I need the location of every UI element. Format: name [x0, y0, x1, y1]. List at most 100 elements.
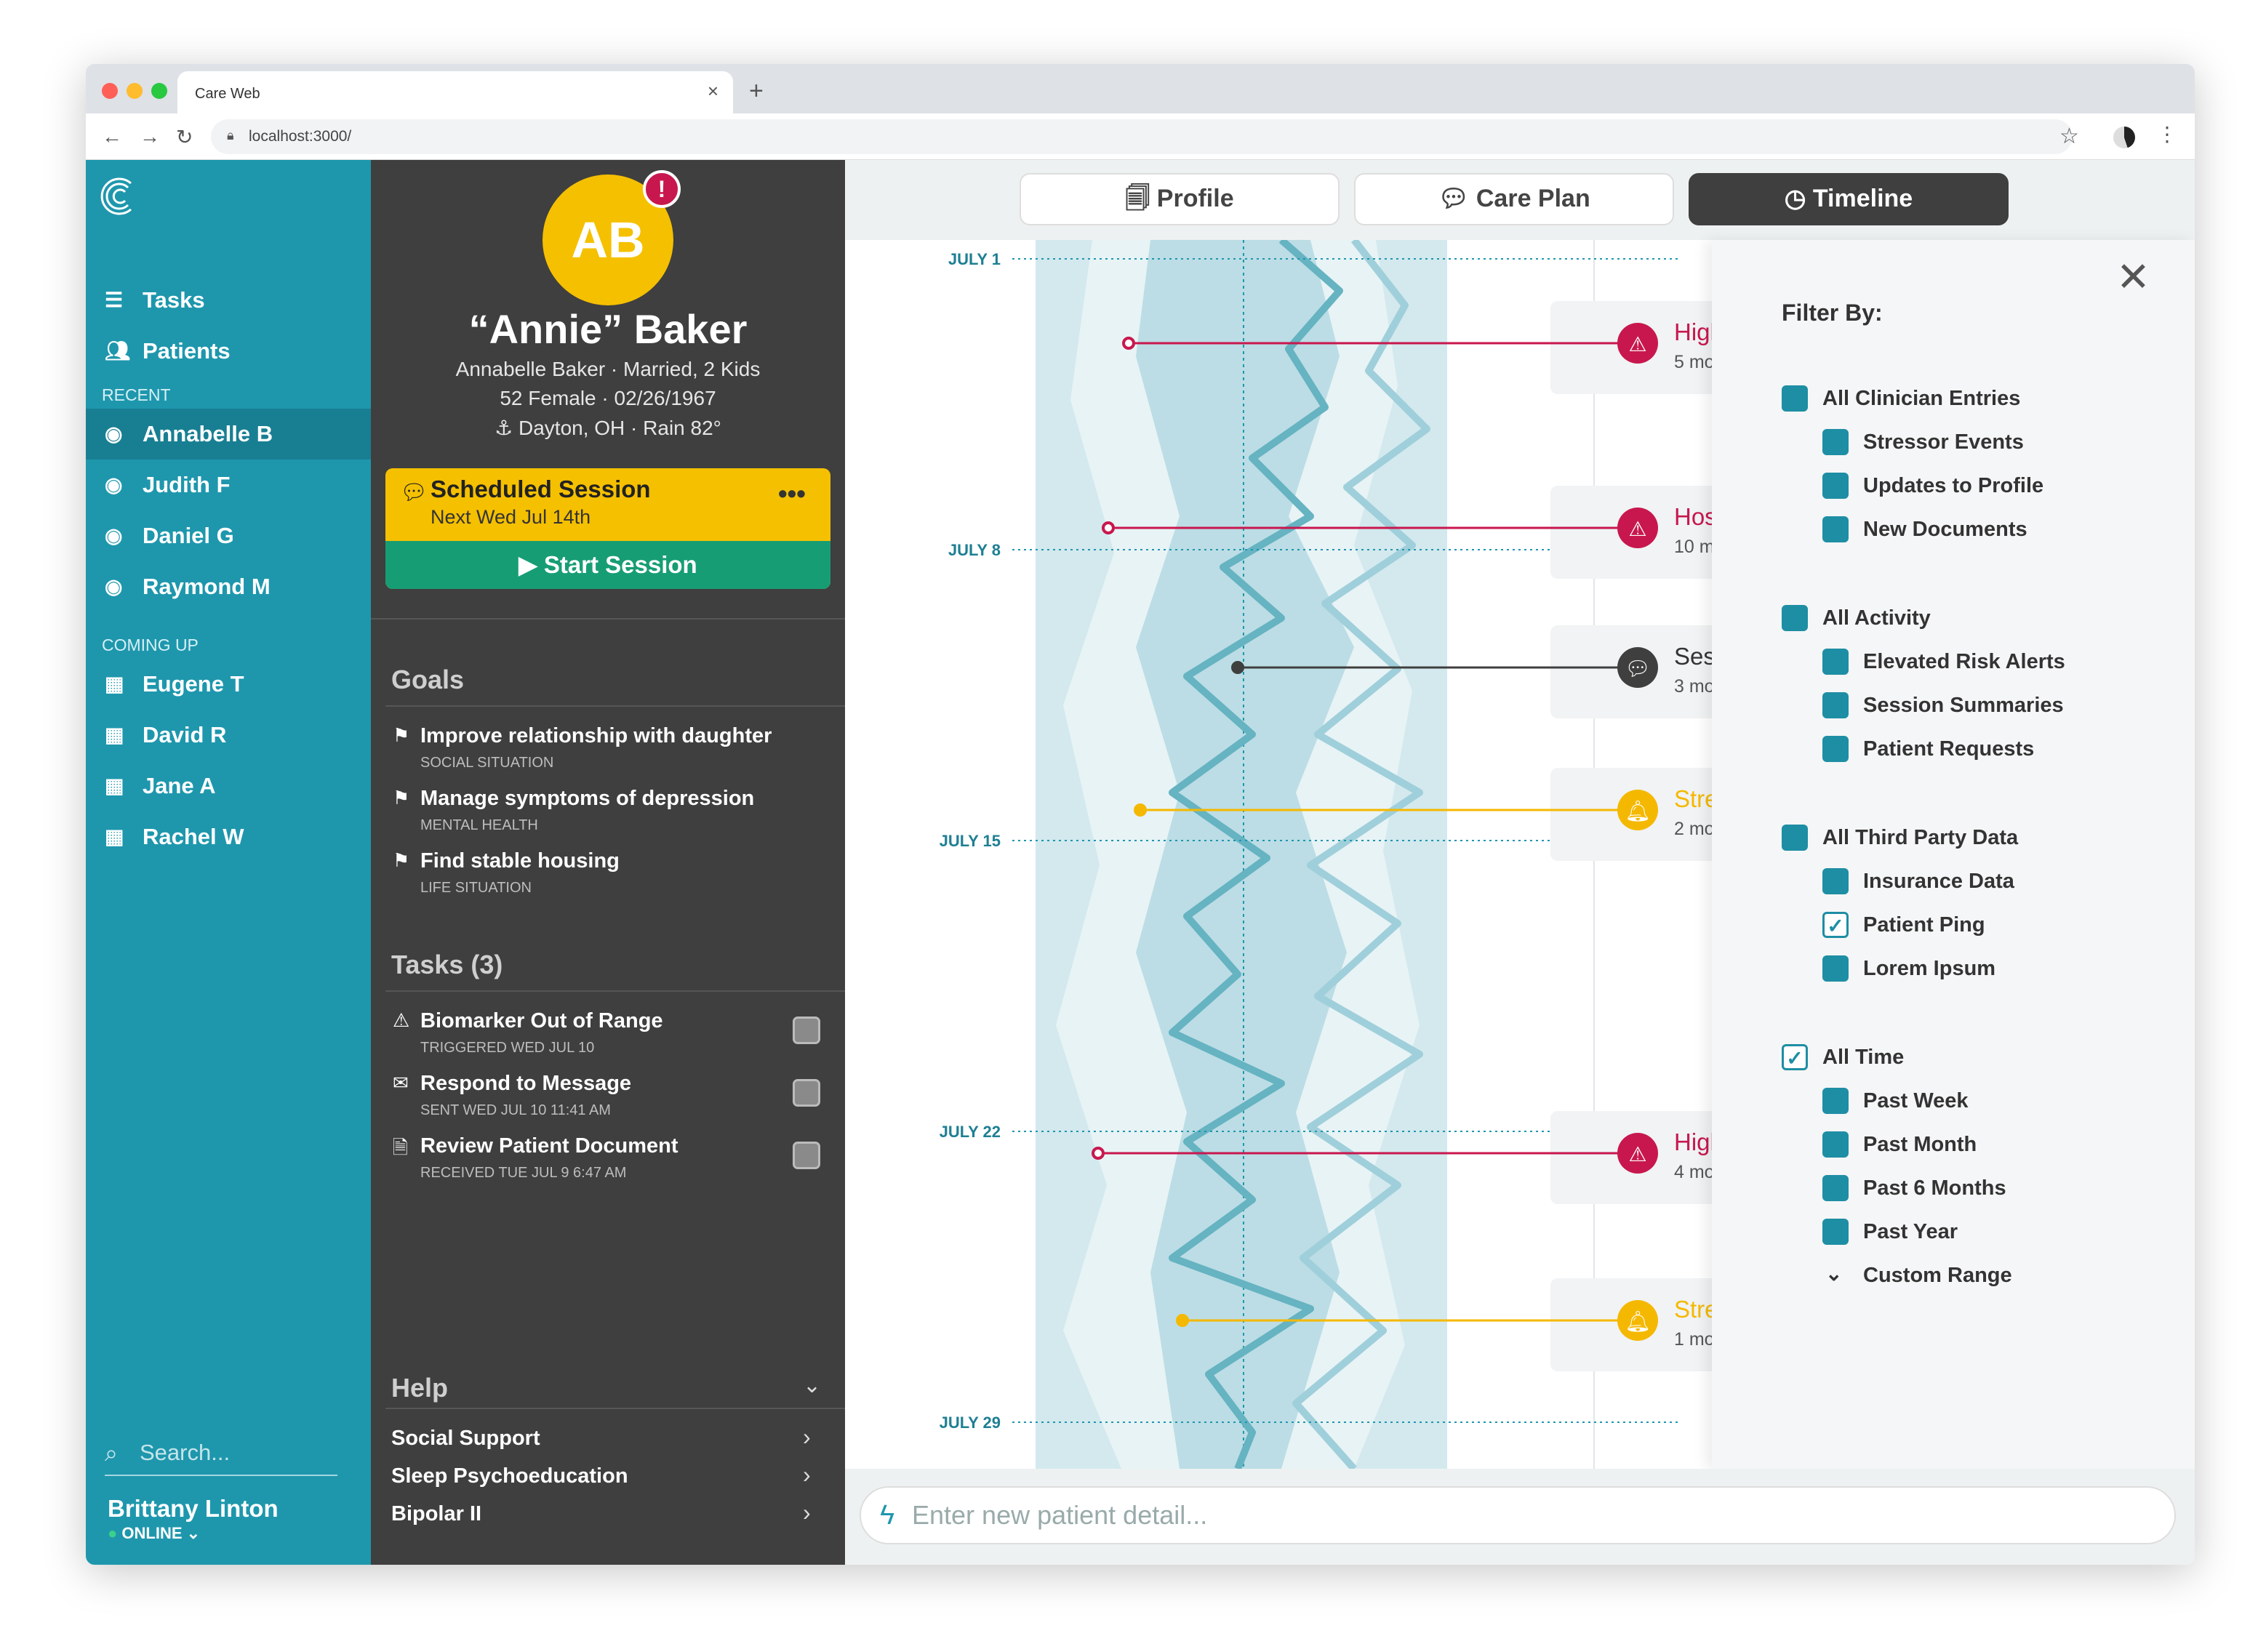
close-tab-icon[interactable]: × [708, 80, 718, 103]
filter-option[interactable]: Elevated Risk Alerts [1822, 649, 2065, 678]
filter-option[interactable]: Session Summaries [1822, 692, 2064, 721]
chevron-right-icon[interactable]: › [803, 1461, 811, 1488]
help-item[interactable]: Sleep Psychoeducation [391, 1464, 628, 1488]
filter-option[interactable]: New Documents [1822, 516, 2027, 545]
goal-title[interactable]: Improve relationship with daughter [420, 724, 772, 748]
checkbox[interactable] [1822, 868, 1849, 894]
back-icon[interactable]: ← [102, 125, 122, 148]
upcoming-patient-item[interactable]: ▦ Eugene T [86, 659, 371, 710]
alert-badge[interactable]: ! [643, 170, 681, 208]
checkbox[interactable] [1822, 692, 1849, 718]
maximize-window-button[interactable] [151, 83, 167, 99]
task-checkbox[interactable] [793, 1079, 820, 1107]
recent-patient-item[interactable]: ◉ Judith F [86, 460, 371, 510]
checkbox[interactable] [1782, 385, 1808, 412]
patient-family: Annabelle Baker · Married, 2 Kids [455, 358, 761, 380]
task-title[interactable]: Biomarker Out of Range [420, 1009, 663, 1033]
filter-group[interactable]: All Clinician Entries [1782, 385, 2020, 414]
upcoming-patient-item[interactable]: ▦ David R [86, 710, 371, 761]
checkbox[interactable] [1822, 1175, 1849, 1201]
checkbox[interactable] [1822, 736, 1849, 762]
chevron-right-icon[interactable]: › [803, 1424, 811, 1451]
forward-icon[interactable]: → [140, 125, 160, 148]
checkbox[interactable] [1822, 473, 1849, 499]
help-item[interactable]: Bipolar II [391, 1502, 481, 1526]
checkbox[interactable]: ✓ [1822, 912, 1849, 938]
filter-option[interactable]: Lorem Ipsum [1822, 955, 1995, 985]
filter-group[interactable]: ✓ All Time [1782, 1044, 1904, 1073]
bookmark-star-icon[interactable]: ☆ [2059, 124, 2079, 149]
patient-detail-placeholder: Enter new patient detail... [912, 1500, 1208, 1530]
filter-option[interactable]: Insurance Data [1822, 868, 2014, 897]
envelope-icon: ✉ [393, 1072, 409, 1094]
date-label: JULY 29 [940, 1414, 1001, 1432]
checkbox[interactable] [1822, 516, 1849, 542]
recent-patient-item[interactable]: ◉ Raymond M [86, 561, 371, 612]
checkbox[interactable] [1782, 825, 1808, 851]
close-icon[interactable]: ✕ [2116, 253, 2150, 301]
recent-patient-item[interactable]: ◉ Daniel G [86, 510, 371, 561]
chevron-right-icon[interactable]: › [803, 1499, 811, 1526]
checkbox[interactable]: ✓ [1782, 1044, 1808, 1070]
status-dropdown[interactable]: ● ONLINE ⌄ [108, 1524, 200, 1543]
task-checkbox[interactable] [793, 1017, 820, 1044]
task-subtitle: TRIGGERED WED JUL 10 [420, 1040, 595, 1056]
checkbox[interactable] [1822, 1088, 1849, 1114]
checkbox[interactable] [1822, 649, 1849, 675]
checkbox[interactable] [1822, 1219, 1849, 1245]
patient-detail-input[interactable]: ϟ Enter new patient detail... [860, 1486, 2176, 1544]
checkbox[interactable] [1782, 605, 1808, 631]
checkbox[interactable] [1822, 955, 1849, 982]
custom-range-toggle[interactable]: ⌄ Custom Range [1825, 1262, 2012, 1291]
upcoming-patient-item[interactable]: ▦ Jane A [86, 761, 371, 811]
person-circle-icon: ◉ [105, 473, 123, 496]
tab-care-plan[interactable]: 💬︎ Care Plan [1354, 173, 1674, 225]
filter-option[interactable]: Stressor Events [1822, 429, 2024, 458]
close-window-button[interactable] [102, 83, 118, 99]
minimize-window-button[interactable] [127, 83, 143, 99]
filter-option[interactable]: Past Month [1822, 1131, 1977, 1160]
event-point [1176, 1314, 1189, 1327]
filter-option[interactable]: Updates to Profile [1822, 473, 2043, 502]
task-title[interactable]: Respond to Message [420, 1072, 631, 1096]
patient-location-text: Dayton, OH · Rain 82° [519, 417, 721, 439]
filter-option[interactable]: Past Week [1822, 1088, 1969, 1117]
play-icon: ▶ [519, 551, 544, 578]
checkbox[interactable] [1822, 1131, 1849, 1158]
nav-patients[interactable]: 👥︎ Patients [86, 326, 371, 377]
filter-option[interactable]: Past 6 Months [1822, 1175, 2006, 1204]
recent-patient-item[interactable]: ◉ Annabelle B [86, 409, 371, 460]
stressor-icon: 🔔︎ [1625, 799, 1651, 823]
help-item[interactable]: Social Support [391, 1427, 540, 1451]
tab-timeline[interactable]: ◷ Timeline [1689, 173, 2009, 225]
start-session-button[interactable]: ▶ Start Session [385, 541, 830, 589]
risk-icon: ⚠ [1628, 332, 1646, 356]
new-tab-icon[interactable]: + [749, 79, 764, 103]
profile-icon[interactable] [2113, 127, 2135, 148]
patient-location: ⚓︎ Dayton, OH · Rain 82° [371, 416, 845, 440]
url-field[interactable]: 🔒︎ localhost:3000/ [211, 119, 2073, 154]
task-checkbox[interactable] [793, 1142, 820, 1169]
task-subtitle: SENT WED JUL 10 11:41 AM [420, 1102, 611, 1118]
more-options-icon[interactable]: ••• [778, 478, 806, 509]
checkbox[interactable] [1822, 429, 1849, 455]
filter-group[interactable]: All Third Party Data [1782, 825, 2018, 854]
filter-option[interactable]: Past Year [1822, 1219, 1958, 1248]
filter-label: New Documents [1863, 518, 2027, 541]
goal-title[interactable]: Manage symptoms of depression [420, 787, 754, 811]
filter-option[interactable]: Patient Requests [1822, 736, 2035, 765]
task-title[interactable]: Review Patient Document [420, 1134, 678, 1158]
search-input[interactable]: ⌕ Search... [105, 1432, 337, 1476]
browser-menu-icon[interactable]: ⋮ [2157, 122, 2177, 146]
browser-tab[interactable]: Care Web × [177, 71, 733, 113]
help-header[interactable]: Help [391, 1373, 448, 1403]
reload-icon[interactable]: ↻ [176, 125, 193, 149]
chevron-down-icon[interactable]: ⌄ [803, 1373, 821, 1398]
filter-option[interactable]: ✓ Patient Ping [1822, 912, 1985, 941]
tab-profile[interactable]: 🗐︎ Profile [1020, 173, 1340, 225]
filter-label: Patient Requests [1863, 737, 2035, 761]
goal-title[interactable]: Find stable housing [420, 849, 620, 873]
nav-tasks[interactable]: ☰ Tasks [86, 275, 371, 326]
filter-group[interactable]: All Activity [1782, 605, 1931, 634]
upcoming-patient-item[interactable]: ▦ Rachel W [86, 811, 371, 862]
